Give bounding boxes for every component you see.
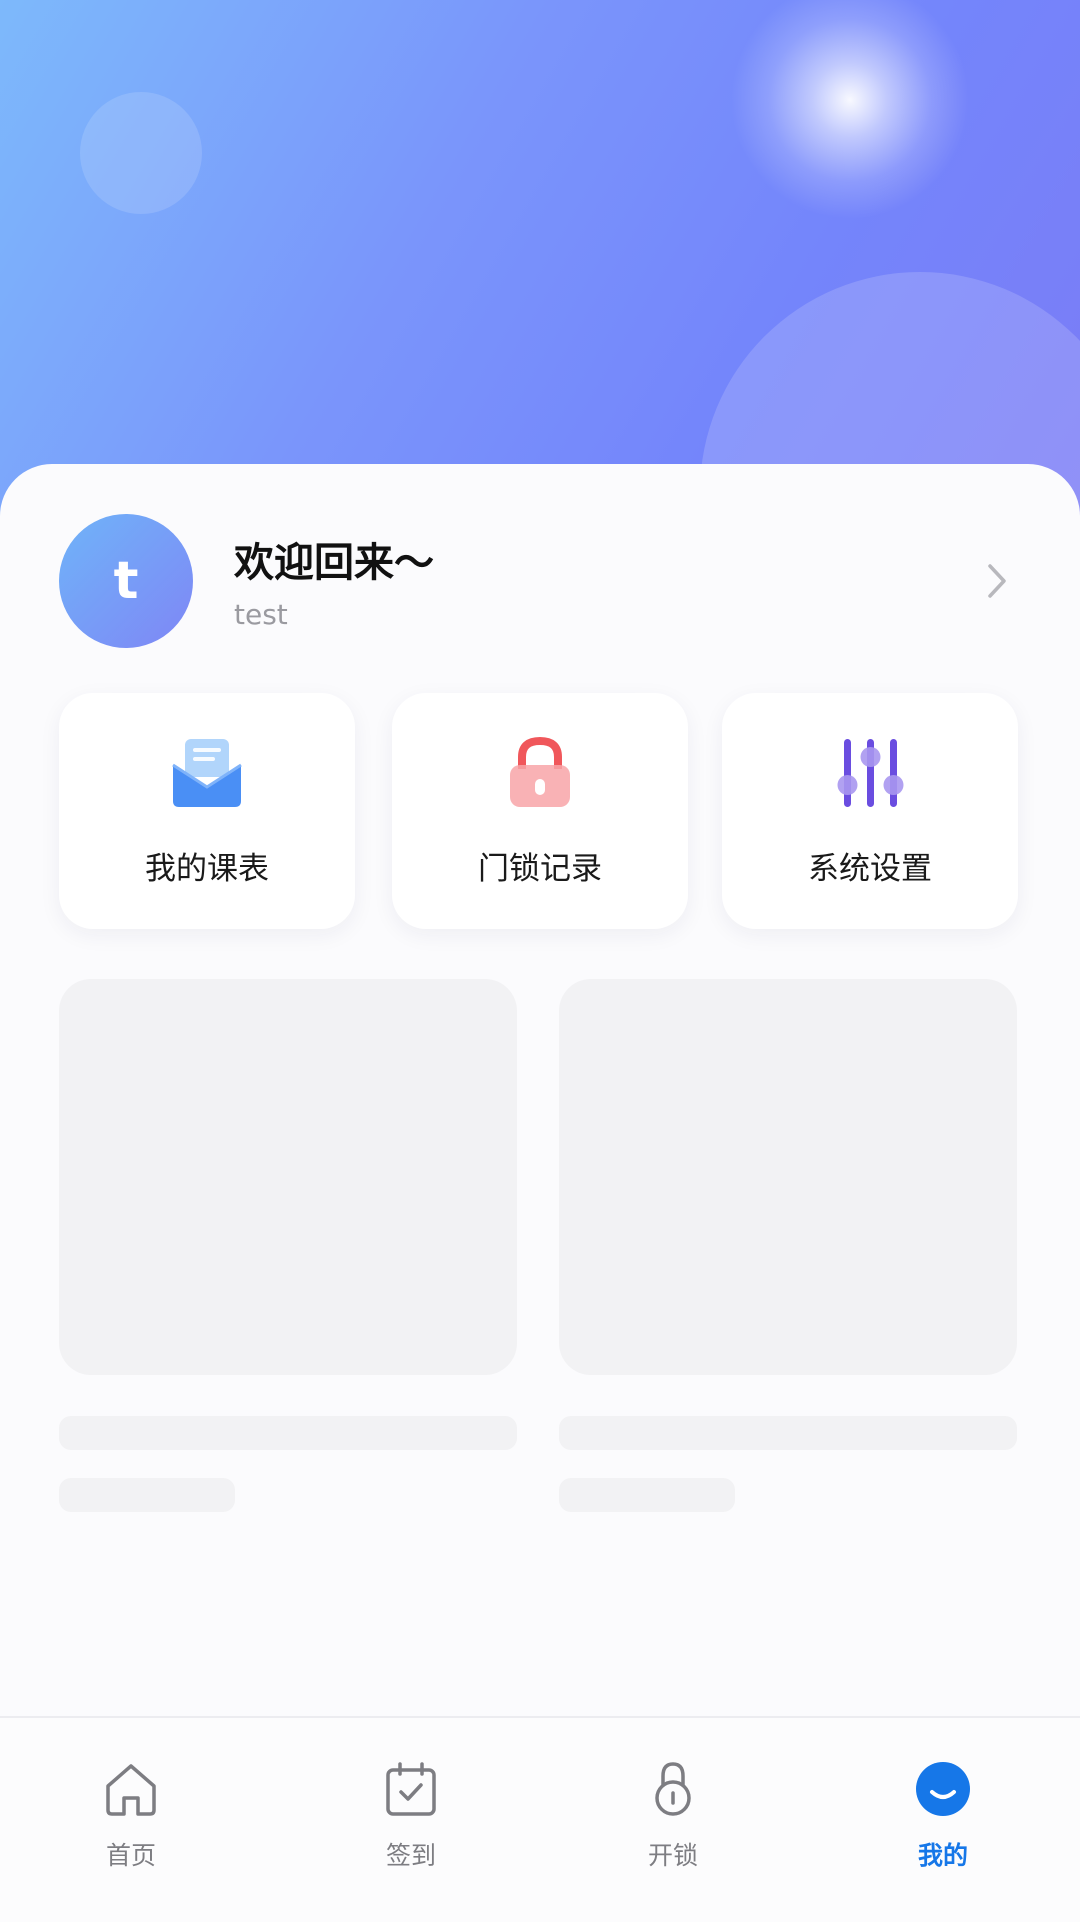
mail-envelope-icon xyxy=(172,739,242,807)
content-sheet: t 欢迎回来～ test 我的课表 门锁记录 系统设置 xyxy=(0,464,1080,1716)
tab-unlock[interactable]: 开锁 xyxy=(593,1742,753,1892)
quick-action-label: 我的课表 xyxy=(145,851,269,887)
chevron-right-icon[interactable] xyxy=(982,560,1012,602)
tab-checkin[interactable]: 签到 xyxy=(331,1742,491,1892)
skeleton-card xyxy=(59,979,517,1375)
tab-mine[interactable]: 我的 xyxy=(863,1742,1023,1892)
skeleton-line xyxy=(59,1416,517,1450)
lock-icon xyxy=(655,1762,691,1816)
skeleton-line-short xyxy=(59,1478,235,1512)
quick-action-lock-records[interactable]: 门锁记录 xyxy=(392,693,688,929)
tab-label: 我的 xyxy=(917,1841,968,1870)
quick-action-schedule[interactable]: 我的课表 xyxy=(59,693,355,929)
smile-icon xyxy=(916,1762,970,1816)
profile-row[interactable]: t 欢迎回来～ test xyxy=(0,464,1080,674)
home-icon xyxy=(106,1764,156,1816)
tab-label: 开锁 xyxy=(647,1841,698,1870)
tab-label: 签到 xyxy=(385,1841,436,1870)
decorative-glow xyxy=(730,0,970,220)
quick-action-label: 系统设置 xyxy=(808,851,932,887)
sliders-icon xyxy=(837,739,904,807)
skeleton-line xyxy=(559,1416,1017,1450)
quick-action-settings[interactable]: 系统设置 xyxy=(722,693,1018,929)
padlock-icon xyxy=(510,736,570,807)
welcome-title: 欢迎回来～ xyxy=(234,540,434,586)
avatar[interactable]: t xyxy=(59,514,193,648)
decorative-bubble xyxy=(80,92,202,214)
header-banner xyxy=(0,0,1080,520)
username: test xyxy=(234,598,288,631)
calendar-check-icon xyxy=(386,1762,436,1816)
bottom-tab-bar: 首页 签到 开锁 我的 xyxy=(0,1716,1080,1922)
skeleton-card xyxy=(559,979,1017,1375)
skeleton-line-short xyxy=(559,1478,735,1512)
quick-action-label: 门锁记录 xyxy=(478,851,602,887)
tab-home[interactable]: 首页 xyxy=(51,1742,211,1892)
tab-label: 首页 xyxy=(105,1841,156,1870)
